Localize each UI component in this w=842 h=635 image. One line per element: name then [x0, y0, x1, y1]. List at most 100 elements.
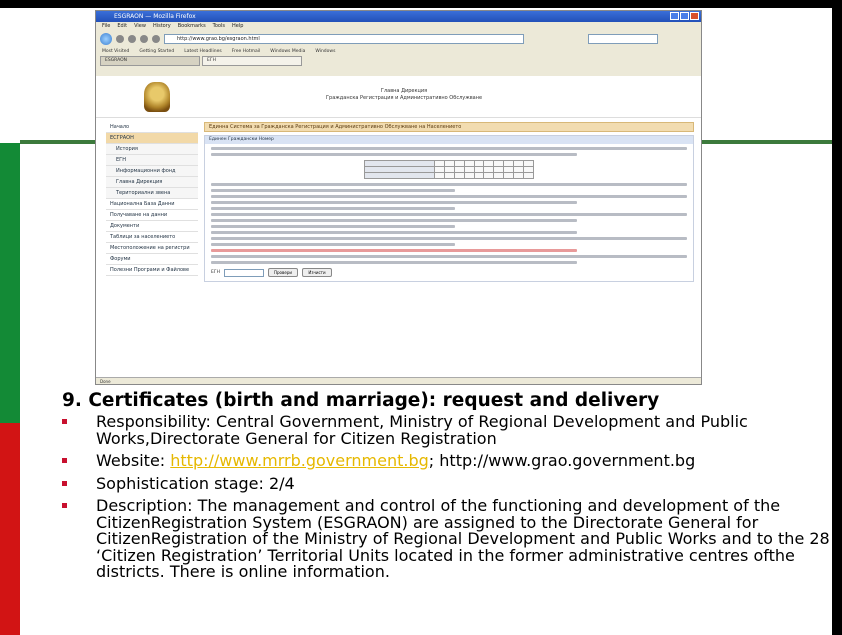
- sidebar-item[interactable]: Документи: [106, 221, 198, 232]
- header-line-1: Главна Дирекция: [380, 88, 428, 94]
- website-link[interactable]: http://www.mrrb.government.bg: [170, 451, 429, 470]
- check-button[interactable]: Провери: [267, 268, 298, 277]
- url-bar[interactable]: http://www.grao.bg/esgraon.html: [164, 34, 524, 44]
- bookmark-item[interactable]: Windows Media: [270, 47, 305, 56]
- web-page: Главна Дирекция Гражданска Регистрация и…: [96, 76, 701, 378]
- bullet-text: Sophistication stage: 2/4: [96, 473, 295, 493]
- bookmarks-bar: Most Visited Getting Started Latest Head…: [96, 47, 701, 56]
- text-line: [211, 255, 687, 258]
- bullet-square-icon: [62, 503, 67, 508]
- bullet-square-icon: [62, 419, 67, 424]
- slide: ESGRAON — Mozilla Firefox File Edit View…: [0, 0, 842, 635]
- text-line: [211, 183, 687, 186]
- sidebar-item[interactable]: ЕСГРАОН: [106, 133, 198, 144]
- text-line: [211, 231, 577, 234]
- divider-line-right: [700, 140, 832, 144]
- bookmark-item[interactable]: Most Visited: [102, 47, 129, 56]
- flag-stripe-white: [0, 8, 20, 146]
- text-line: [211, 153, 577, 156]
- main-title: Единна Система за Гражданска Регистрация…: [204, 122, 694, 132]
- clear-button[interactable]: Изчисти: [301, 268, 332, 277]
- back-icon[interactable]: [100, 33, 112, 45]
- top-border: [0, 0, 842, 8]
- browser-screenshot: ESGRAON — Mozilla Firefox File Edit View…: [95, 10, 702, 385]
- bookmark-item[interactable]: Windows: [315, 47, 335, 56]
- tab-esgraon[interactable]: ESGRAON: [100, 56, 200, 66]
- flag-stripe-green: [0, 143, 20, 423]
- bullet-text: Responsibility: Central Government, Mini…: [96, 412, 748, 448]
- menu-edit[interactable]: Edit: [117, 22, 127, 31]
- divider-line-left: [20, 140, 95, 144]
- window-title: ESGRAON — Mozilla Firefox: [114, 13, 196, 20]
- bookmark-item[interactable]: Getting Started: [139, 47, 174, 56]
- sidebar-item[interactable]: Информационни фонд: [106, 166, 198, 177]
- text-line: [211, 201, 577, 204]
- browser-menubar: File Edit View History Bookmarks Tools H…: [96, 22, 701, 31]
- sidebar-item[interactable]: Главна Дирекция: [106, 177, 198, 188]
- sidebar-item[interactable]: Получаване на данни: [106, 210, 198, 221]
- menu-history[interactable]: History: [153, 22, 171, 31]
- bullet-responsibility: Responsibility: Central Government, Mini…: [62, 412, 832, 448]
- header-line-2: Гражданска Регистрация и Административно…: [326, 95, 483, 101]
- website-prefix: Website:: [96, 451, 171, 470]
- sidebar-item[interactable]: Полезни Програми и Файлове: [106, 265, 198, 276]
- egn-input[interactable]: [223, 268, 264, 277]
- minimize-icon[interactable]: [670, 12, 679, 20]
- bookmark-item[interactable]: Free Hotmail: [232, 47, 261, 56]
- status-bar: Done: [96, 377, 701, 384]
- browser-navbar: http://www.grao.bg/esgraon.html: [96, 31, 701, 47]
- tab-egn[interactable]: ЕГН: [202, 56, 302, 66]
- text-line: [211, 261, 577, 264]
- text-line: [211, 147, 687, 150]
- menu-tools[interactable]: Tools: [213, 22, 225, 31]
- sidebar-item[interactable]: Форуми: [106, 254, 198, 265]
- sidebar-item[interactable]: История: [106, 144, 198, 155]
- text-line-red: [211, 249, 577, 252]
- sidebar-item[interactable]: Таблици за населението: [106, 232, 198, 243]
- text-line: [211, 207, 455, 210]
- slide-title: 9. Certificates (birth and marriage): re…: [62, 390, 660, 411]
- slide-content: 9. Certificates (birth and marriage): re…: [62, 390, 832, 587]
- bullet-text: Description: The management and control …: [96, 496, 830, 581]
- bullet-list: Responsibility: Central Government, Mini…: [62, 412, 832, 581]
- menu-file[interactable]: File: [102, 22, 110, 31]
- sidebar-item[interactable]: Национална База Данни: [106, 199, 198, 210]
- forward-icon[interactable]: [116, 35, 124, 43]
- stop-icon[interactable]: [140, 35, 148, 43]
- maximize-icon[interactable]: [680, 12, 689, 20]
- text-line: [211, 189, 455, 192]
- page-main: Единна Система за Гражданска Регистрация…: [204, 122, 694, 282]
- text-line: [211, 225, 455, 228]
- coat-of-arms-icon: [144, 82, 170, 112]
- egn-check-form: ЕГН Провери Изчисти: [211, 268, 687, 277]
- egn-box-title: Единен Граждански Номер: [205, 136, 693, 144]
- right-border: [832, 8, 842, 635]
- sidebar-item[interactable]: Териториални звена: [106, 188, 198, 199]
- page-header: Главна Дирекция Гражданска Регистрация и…: [96, 76, 701, 118]
- search-input[interactable]: [588, 34, 658, 44]
- egn-digit-table: [364, 160, 534, 179]
- browser-titlebar: ESGRAON — Mozilla Firefox: [96, 11, 701, 22]
- page-sidebar: Начало ЕСГРАОН История ЕГН Информационни фон…: [106, 122, 198, 276]
- browser-tabs: ESGRAON ЕГН: [96, 56, 701, 66]
- sidebar-item[interactable]: Местоположение на регистри: [106, 243, 198, 254]
- sidebar-item[interactable]: Начало: [106, 122, 198, 133]
- bullet-square-icon: [62, 458, 67, 463]
- sidebar-item[interactable]: ЕГН: [106, 155, 198, 166]
- flag-stripe-red: [0, 423, 20, 635]
- menu-bookmarks[interactable]: Bookmarks: [178, 22, 206, 31]
- home-icon[interactable]: [152, 35, 160, 43]
- menu-help[interactable]: Help: [232, 22, 243, 31]
- bookmark-item[interactable]: Latest Headlines: [184, 47, 222, 56]
- bullet-square-icon: [62, 480, 67, 486]
- reload-icon[interactable]: [128, 35, 136, 43]
- page-header-text: Главна Дирекция Гражданска Регистрация и…: [326, 88, 482, 102]
- menu-view[interactable]: View: [134, 22, 146, 31]
- website-suffix: ; http://www.grao.government.bg: [428, 451, 696, 470]
- text-line: [211, 213, 687, 216]
- text-line: [211, 195, 687, 198]
- text-line: [211, 219, 577, 222]
- text-line: [211, 237, 687, 240]
- close-icon[interactable]: [690, 12, 699, 20]
- bullet-description: Description: The management and control …: [62, 496, 832, 581]
